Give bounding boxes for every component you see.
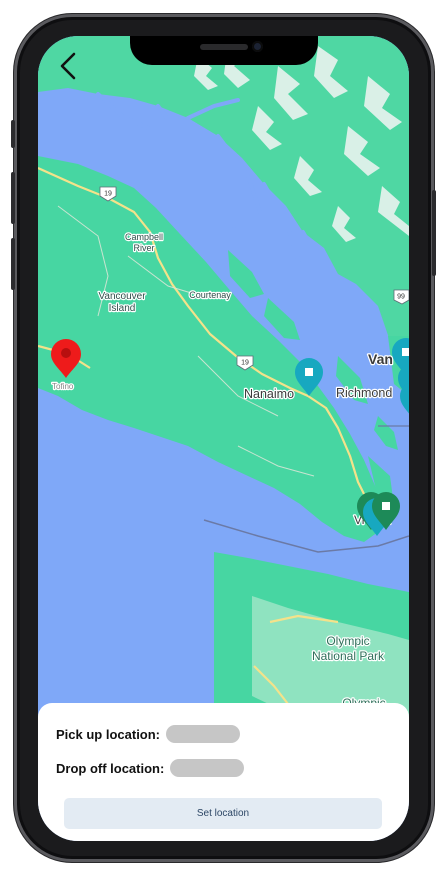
phone-power-button xyxy=(432,190,436,276)
front-camera xyxy=(252,41,263,52)
pickup-value-field[interactable] xyxy=(166,725,241,743)
label-olympic-np-2: National Park xyxy=(312,649,385,663)
svg-text:99: 99 xyxy=(397,294,405,301)
label-campbell-river-1: Campbell xyxy=(125,232,163,242)
phone-notch xyxy=(130,36,318,65)
label-vancouver-island-1: Vancouver xyxy=(98,291,146,302)
dropoff-value-field[interactable] xyxy=(170,759,245,777)
set-location-button[interactable]: Set location xyxy=(64,798,382,829)
svg-text:19: 19 xyxy=(241,360,249,367)
map-view[interactable]: 19 19 99 Campbell River Vancouver Island… xyxy=(38,36,409,736)
label-tofino: Tofino xyxy=(52,382,74,391)
dropoff-label: Drop off location: xyxy=(56,760,165,776)
phone-volume-down xyxy=(11,238,15,290)
phone-silent-switch xyxy=(11,120,15,148)
back-button[interactable] xyxy=(52,50,82,84)
location-sheet: Pick up location: Drop off location: Set… xyxy=(38,703,409,841)
label-courtenay: Courtenay xyxy=(189,290,231,300)
pickup-row: Pick up location: xyxy=(56,725,241,743)
earpiece-speaker xyxy=(200,44,248,50)
label-olympic-np-1: Olympic xyxy=(326,634,369,648)
svg-text:19: 19 xyxy=(104,191,112,198)
label-vancouver-island-2: Island xyxy=(109,303,136,314)
chevron-left-icon xyxy=(60,52,76,80)
dropoff-row: Drop off location: xyxy=(56,759,245,777)
label-campbell-river-2: River xyxy=(133,243,154,253)
pickup-label: Pick up location: xyxy=(56,726,161,742)
phone-volume-up xyxy=(11,172,15,224)
label-nanaimo: Nanaimo xyxy=(244,387,294,401)
label-richmond: Richmond xyxy=(336,386,392,400)
phone-screen: 19 19 99 Campbell River Vancouver Island… xyxy=(38,36,409,841)
label-vancouver-partial: Van xyxy=(368,351,393,367)
